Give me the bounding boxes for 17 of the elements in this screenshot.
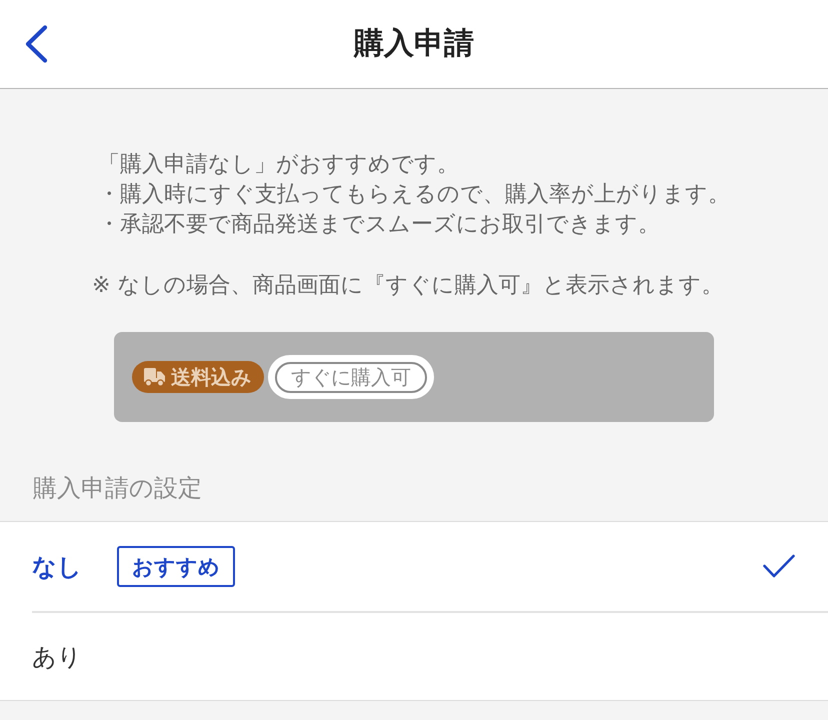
tag-label: 送料込み [171,365,251,389]
notice-line: ・購入時にすぐ支払ってもらえるので、購入率が上がります。 [98,181,730,209]
option-item[interactable]: あり [32,611,828,700]
checkmark-icon [763,554,795,579]
note-text: ※ なしの場合、商品画面に『すぐに購入可』と表示されます。 [92,272,724,300]
option-label: なし [32,552,82,582]
back-button[interactable] [25,25,48,63]
option-item[interactable]: なし おすすめ [32,522,828,611]
back-chevron-icon [25,25,48,63]
recommended-badge: おすすめ [117,546,235,587]
page-title: 購入申請 [354,25,474,63]
section-heading: 購入申請の設定 [32,473,203,504]
instant-tag-label: すぐに購入可 [275,362,427,392]
notice-line: ・承認不要で商品発送までスムーズにお取引できます。 [98,211,660,239]
option-label: あり [32,642,82,672]
notice-line: 「購入申請なし」がおすすめです。 [98,151,459,179]
truck-icon [144,368,165,386]
